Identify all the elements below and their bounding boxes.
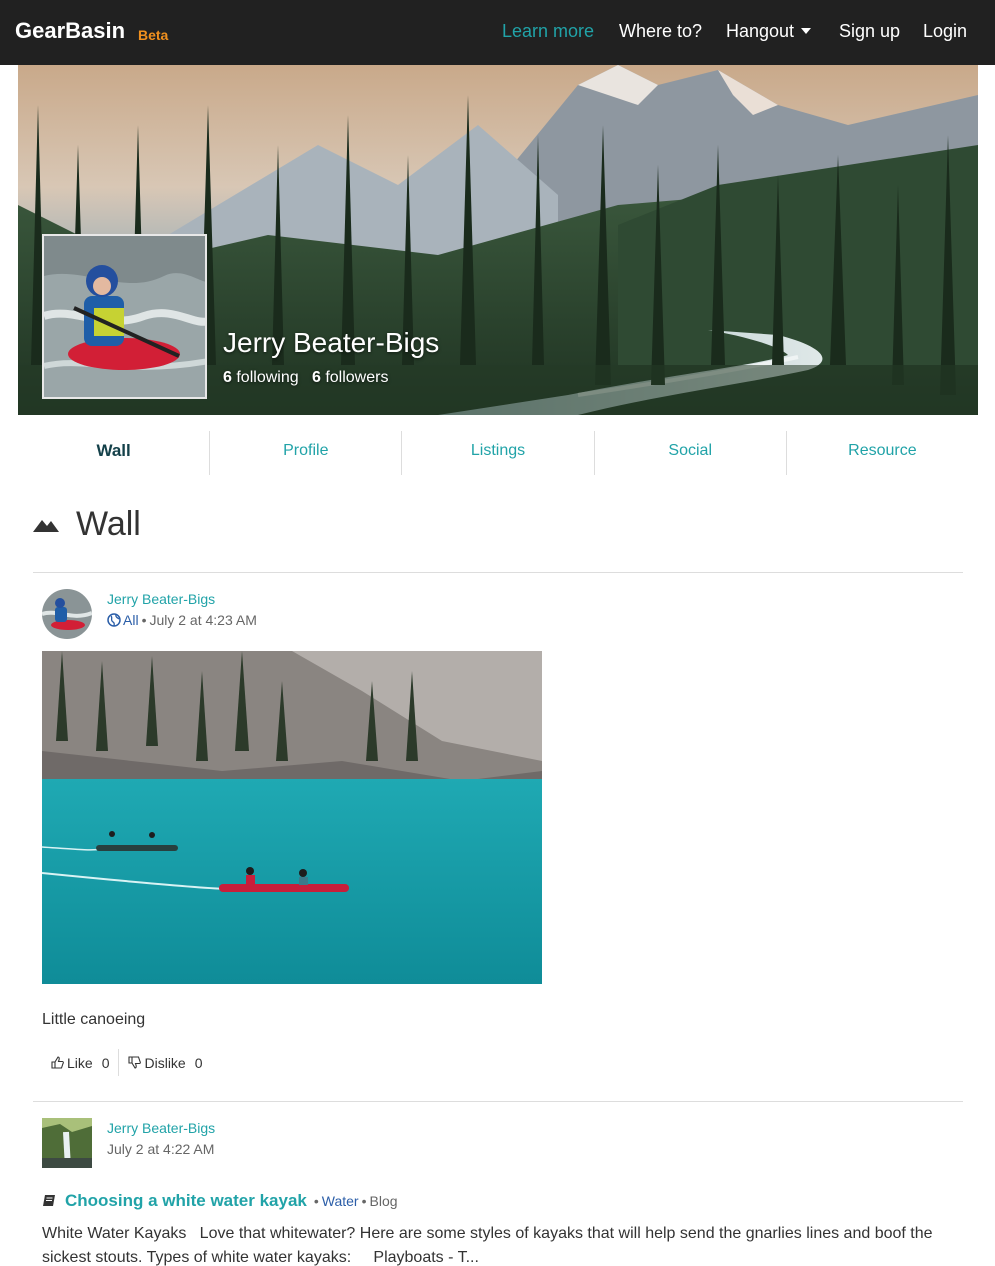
tab-resource[interactable]: Resource xyxy=(787,431,978,475)
post-photo[interactable] xyxy=(42,651,542,984)
nav-hangout-label: Hangout xyxy=(726,21,795,41)
tab-profile[interactable]: Profile xyxy=(210,431,403,475)
post-meta: All • July 2 at 4:23 AM xyxy=(107,612,257,628)
profile-name: Jerry Beater-Bigs xyxy=(223,327,440,358)
profile-avatar[interactable] xyxy=(42,234,207,399)
dislike-count: 0 xyxy=(194,1054,203,1071)
navbar: GearBasin Beta Learn more Where to? Hang… xyxy=(0,0,995,65)
profile-tabs: Wall Profile Listings Social Resource xyxy=(18,431,978,475)
post-caption: Little canoeing xyxy=(42,1011,146,1028)
post-author-name[interactable]: Jerry Beater-Bigs xyxy=(107,591,215,607)
thumbs-down-icon xyxy=(128,1056,142,1069)
dislike-label: Dislike xyxy=(144,1054,186,1071)
follow-stats: 6 following 6 followers xyxy=(223,369,388,387)
nav-login[interactable]: Login xyxy=(923,21,967,42)
following-count[interactable]: 6 xyxy=(223,369,232,386)
post-author-avatar[interactable] xyxy=(42,589,92,639)
mountain-icon xyxy=(33,520,59,532)
followers-count[interactable]: 6 xyxy=(312,369,321,386)
followers-label[interactable]: followers xyxy=(325,369,388,386)
post-audience[interactable]: All xyxy=(123,612,139,628)
thumbs-up-icon xyxy=(51,1056,64,1069)
like-count: 0 xyxy=(101,1054,110,1071)
nav-hangout-dropdown[interactable]: Hangout xyxy=(726,21,812,42)
divider xyxy=(33,1101,963,1102)
following-label[interactable]: following xyxy=(236,369,298,386)
tab-social[interactable]: Social xyxy=(595,431,787,475)
blog-type: Blog xyxy=(369,1193,398,1209)
nav-sign-up[interactable]: Sign up xyxy=(839,21,900,42)
separator-dot: • xyxy=(361,1193,367,1209)
tab-wall[interactable]: Wall xyxy=(18,431,211,475)
blog-excerpt: White Water Kayaks Love that whitewater?… xyxy=(42,1225,937,1266)
beta-badge: Beta xyxy=(138,27,169,43)
separator-dot: • xyxy=(313,1193,319,1209)
caret-down-icon xyxy=(801,28,812,34)
post-reactions: Like 0 Dislike 0 xyxy=(42,1049,212,1076)
separator-dot: • xyxy=(141,612,147,628)
nav-learn-more[interactable]: Learn more xyxy=(502,21,594,42)
book-icon xyxy=(43,1195,55,1206)
divider xyxy=(33,572,963,573)
like-label: Like xyxy=(67,1054,93,1071)
section-title: Wall xyxy=(76,505,141,543)
post-time[interactable]: July 2 at 4:22 AM xyxy=(107,1141,214,1157)
nav-where-to[interactable]: Where to? xyxy=(619,21,702,42)
post-time[interactable]: July 2 at 4:23 AM xyxy=(149,612,256,628)
blog-title-row: Choosing a white water kayak • Water • B… xyxy=(42,1191,398,1211)
like-button[interactable]: Like 0 xyxy=(42,1049,118,1076)
tab-listings[interactable]: Listings xyxy=(402,431,595,475)
blog-title-link[interactable]: Choosing a white water kayak xyxy=(65,1191,307,1211)
post-author-avatar[interactable] xyxy=(42,1118,92,1168)
globe-icon xyxy=(107,613,121,627)
post-author-name[interactable]: Jerry Beater-Bigs xyxy=(107,1120,215,1136)
dislike-button[interactable]: Dislike 0 xyxy=(118,1049,211,1076)
brand-logo[interactable]: GearBasin xyxy=(15,18,125,44)
blog-tag[interactable]: Water xyxy=(322,1193,359,1209)
